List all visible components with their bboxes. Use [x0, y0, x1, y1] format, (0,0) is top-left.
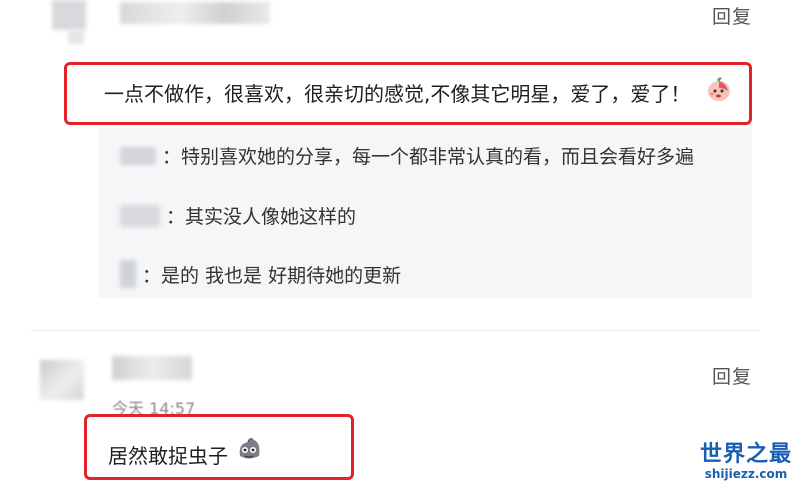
comment-text: 居然敢捉虫子 [108, 444, 228, 468]
reply-button[interactable]: 回复 [712, 362, 752, 389]
peach-face-icon [704, 74, 734, 108]
blob-face-icon [234, 434, 264, 468]
comment-text-body: 一点不做作，很喜欢，很亲切的感觉,不像其它明星，爱了，爱了！ [104, 82, 691, 106]
reply-text: ：是的 我也是 好期待她的更新 [142, 264, 402, 287]
reply-text: ：特别喜欢她的分享，每一个都非常认真的看，而且会看好多遍 [162, 146, 695, 168]
username[interactable] [120, 2, 270, 24]
reply-avatar[interactable] [120, 204, 160, 227]
watermark-url: shijiezz.com [704, 467, 788, 481]
avatar[interactable] [52, 0, 86, 30]
divider [30, 330, 760, 331]
reply-button[interactable]: 回复 [712, 2, 752, 29]
reply-item: ：特别喜欢她的分享，每一个都非常认真的看，而且会看好多遍 [120, 142, 694, 169]
reply-text: ：其实没人像她这样的 [166, 206, 357, 228]
avatar[interactable] [40, 360, 84, 400]
watermark-title: 世界之最 [699, 442, 792, 467]
comment-text: 一点不做作，很喜欢，很亲切的感觉,不像其它明星，爱了，爱了！ [104, 78, 690, 107]
reply-avatar[interactable] [120, 260, 136, 288]
avatar-mosaic [68, 30, 84, 44]
reply-item: ：是的 我也是 好期待她的更新 [120, 260, 401, 288]
username[interactable] [112, 356, 192, 380]
reply-avatar[interactable] [120, 146, 156, 165]
site-watermark: 世界之最 shijiezz.com [699, 442, 792, 482]
reply-item: ：其实没人像她这样的 [120, 202, 356, 229]
